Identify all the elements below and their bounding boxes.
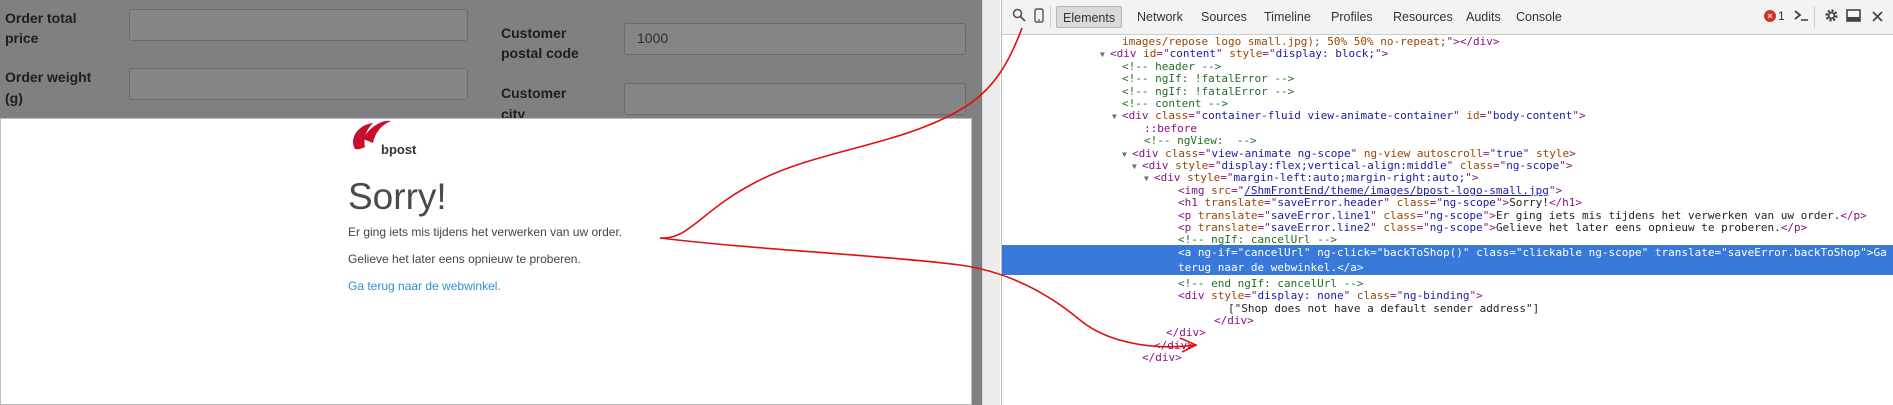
console-drawer-icon[interactable]: [1792, 8, 1810, 26]
order-weight-label-line1: Order weight: [5, 69, 92, 85]
dom-token: =": [1370, 245, 1384, 259]
order-total-label-line1: Order total: [5, 10, 77, 26]
dom-token: </a>: [1336, 260, 1364, 274]
gear-icon[interactable]: [1822, 8, 1840, 26]
page-scrollbar[interactable]: [982, 0, 1000, 405]
customer-city-label-line1: Customer: [501, 85, 567, 101]
dom-token: Ga: [1873, 245, 1887, 259]
error-modal: bpost Sorry! Er ging iets mis tijdens he…: [0, 118, 972, 405]
dom-tree[interactable]: images/repose logo small.jpg); 50% 50% n…: [1002, 34, 1893, 405]
error-icon[interactable]: ×: [1764, 10, 1776, 22]
dom-token: =": [1509, 245, 1523, 259]
tab-timeline[interactable]: Timeline: [1258, 6, 1317, 28]
dom-token: =": [1714, 245, 1728, 259]
error-message-line1: Er ging iets mis tijdens het verwerken v…: [348, 225, 623, 239]
tab-resources[interactable]: Resources: [1387, 6, 1459, 28]
customer-city-input[interactable]: [624, 83, 966, 115]
tab-sources[interactable]: Sources: [1195, 6, 1253, 28]
dom-token: cancelUrl: [1244, 245, 1304, 259]
tab-elements[interactable]: Elements: [1056, 6, 1123, 28]
dom-token: class: [1476, 245, 1510, 259]
tab-console[interactable]: Console: [1510, 6, 1568, 28]
order-weight-input[interactable]: [129, 68, 468, 100]
dom-token: saveError.backToShop: [1727, 245, 1861, 259]
toolbar-divider: [1050, 6, 1051, 28]
dom-token: <a: [1178, 245, 1198, 259]
customer-postal-label-line1: Customer: [501, 25, 567, 41]
dom-token: backToShop(): [1383, 245, 1463, 259]
toolbar-divider-right: [1814, 6, 1815, 28]
close-icon[interactable]: [1868, 8, 1886, 26]
customer-postal-label-line2: postal code: [501, 45, 579, 61]
tab-profiles[interactable]: Profiles: [1325, 6, 1379, 28]
dom-token: terug naar de webwinkel.: [1178, 260, 1337, 274]
tab-audits[interactable]: Audits: [1460, 6, 1507, 28]
order-total-label-line2: price: [5, 30, 39, 46]
dom-token: </div>: [1142, 351, 1182, 365]
error-message-line2: Gelieve het later eens opnieuw te prober…: [348, 252, 581, 266]
order-weight-label-line2: (g): [5, 90, 23, 106]
devtools-panel: Elements Network Sources Timeline Profil…: [1001, 0, 1893, 405]
error-count[interactable]: 1: [1778, 9, 1785, 23]
tab-network[interactable]: Network: [1131, 6, 1189, 28]
error-heading: Sorry!: [348, 176, 447, 217]
dom-token: ">: [1860, 245, 1874, 259]
device-icon[interactable]: [1030, 8, 1048, 26]
dom-token: clickable ng-scope: [1522, 245, 1642, 259]
dom-node[interactable]: </div>: [1002, 350, 1893, 365]
dom-token: ": [1303, 245, 1318, 259]
dom-token: ng-click: [1317, 245, 1371, 259]
dom-token: translate: [1654, 245, 1715, 259]
dom-token: ng-if: [1197, 245, 1231, 259]
search-icon[interactable]: [1010, 8, 1028, 26]
devtools-toolbar: Elements Network Sources Timeline Profil…: [1002, 0, 1893, 35]
dom-token: =": [1231, 245, 1245, 259]
dock-icon[interactable]: [1844, 8, 1862, 26]
web-page-pane: Order total price Order weight (g) Custo…: [0, 0, 1000, 405]
order-total-input[interactable]: [129, 9, 468, 41]
dom-token: ": [1462, 245, 1477, 259]
bpost-logo-text: bpost: [381, 142, 417, 157]
back-to-shop-link[interactable]: Ga terug naar de webwinkel.: [348, 279, 501, 293]
dom-node-selected[interactable]: <a ng-if="cancelUrl" ng-click="backToSho…: [1002, 244, 1893, 275]
dom-token: ": [1641, 245, 1655, 259]
customer-postal-input[interactable]: 1000: [624, 23, 966, 55]
